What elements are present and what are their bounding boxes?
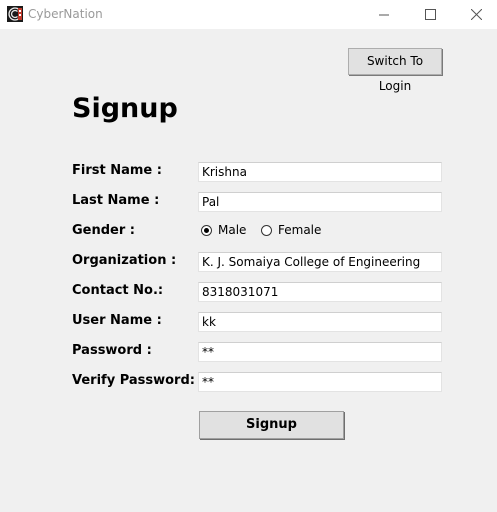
contact-no-field[interactable]: 8318031071	[198, 282, 442, 302]
cybernation-logo-icon	[7, 6, 23, 22]
gender-female-radio[interactable]: Female	[261, 223, 321, 237]
minimize-button[interactable]	[361, 0, 407, 29]
close-icon	[470, 9, 482, 20]
maximize-icon	[424, 9, 436, 20]
radio-unchecked-icon	[261, 224, 272, 236]
organization-field[interactable]: K. J. Somaiya College of Engineering	[198, 252, 442, 272]
minimize-icon	[379, 14, 389, 15]
close-button[interactable]	[453, 0, 497, 29]
verify-password-label: Verify Password:	[72, 373, 195, 388]
first-name-field[interactable]: Krishna	[198, 162, 442, 182]
first-name-label: First Name :	[72, 163, 162, 178]
page-title: Signup	[72, 93, 178, 124]
window-title: CyberNation	[28, 7, 103, 21]
gender-male-radio[interactable]: Male	[201, 223, 246, 237]
maximize-button[interactable]	[407, 0, 453, 29]
last-name-field[interactable]: Pal	[198, 192, 442, 212]
switch-to-login-button[interactable]: Switch To Login	[348, 48, 442, 93]
gender-female-label: Female	[278, 223, 322, 237]
user-name-field[interactable]: kk	[198, 312, 442, 332]
title-bar: CyberNation	[0, 0, 497, 29]
password-field[interactable]: **	[198, 342, 442, 362]
signup-button[interactable]: Signup	[199, 411, 344, 439]
gender-label: Gender :	[72, 223, 136, 238]
radio-checked-icon	[201, 224, 212, 236]
last-name-label: Last Name :	[72, 193, 160, 208]
contact-no-label: Contact No.:	[72, 283, 164, 298]
verify-password-field[interactable]: **	[198, 372, 442, 392]
gender-male-label: Male	[218, 223, 247, 237]
organization-label: Organization :	[72, 253, 177, 268]
password-label: Password :	[72, 343, 152, 358]
user-name-label: User Name :	[72, 313, 162, 328]
